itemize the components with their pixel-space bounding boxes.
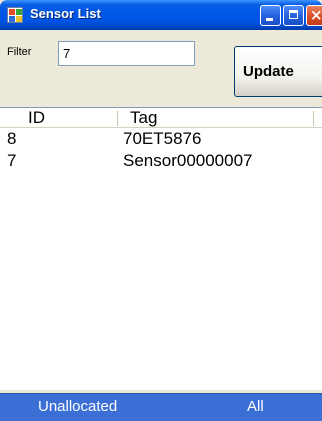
title-bar[interactable]: Sensor List ×	[0, 0, 322, 30]
column-divider[interactable]	[313, 111, 314, 126]
filter-label: Filter	[7, 46, 32, 58]
sensor-list-window: Sensor List × Filter Update ID Tag 8 70E…	[0, 0, 322, 421]
list-row[interactable]: 8 70ET5876	[0, 129, 322, 149]
close-button[interactable]: ×	[306, 5, 322, 26]
status-all: All	[247, 398, 264, 415]
minimize-button[interactable]	[260, 5, 281, 26]
close-icon: ×	[310, 6, 322, 24]
column-divider[interactable]	[117, 111, 118, 126]
status-unallocated: Unallocated	[38, 398, 118, 415]
row-id: 7	[7, 151, 17, 170]
row-id: 8	[7, 129, 17, 148]
window-title: Sensor List	[30, 6, 101, 21]
list-row[interactable]: 7 Sensor00000007	[0, 151, 322, 171]
row-tag: Sensor00000007	[123, 151, 253, 170]
minimize-icon	[266, 18, 273, 21]
status-bar: Unallocated All	[0, 393, 322, 421]
maximize-icon	[289, 10, 298, 19]
app-icon[interactable]	[7, 7, 23, 23]
maximize-button[interactable]	[283, 5, 304, 26]
row-tag: 70ET5876	[123, 129, 202, 148]
column-header-id[interactable]: ID	[28, 108, 45, 127]
sensor-list[interactable]: ID Tag 8 70ET5876 7 Sensor00000007	[0, 107, 322, 390]
list-header: ID Tag	[0, 108, 322, 128]
column-header-tag[interactable]: Tag	[130, 108, 157, 127]
update-button[interactable]: Update	[234, 46, 322, 97]
filter-input[interactable]	[58, 41, 195, 66]
